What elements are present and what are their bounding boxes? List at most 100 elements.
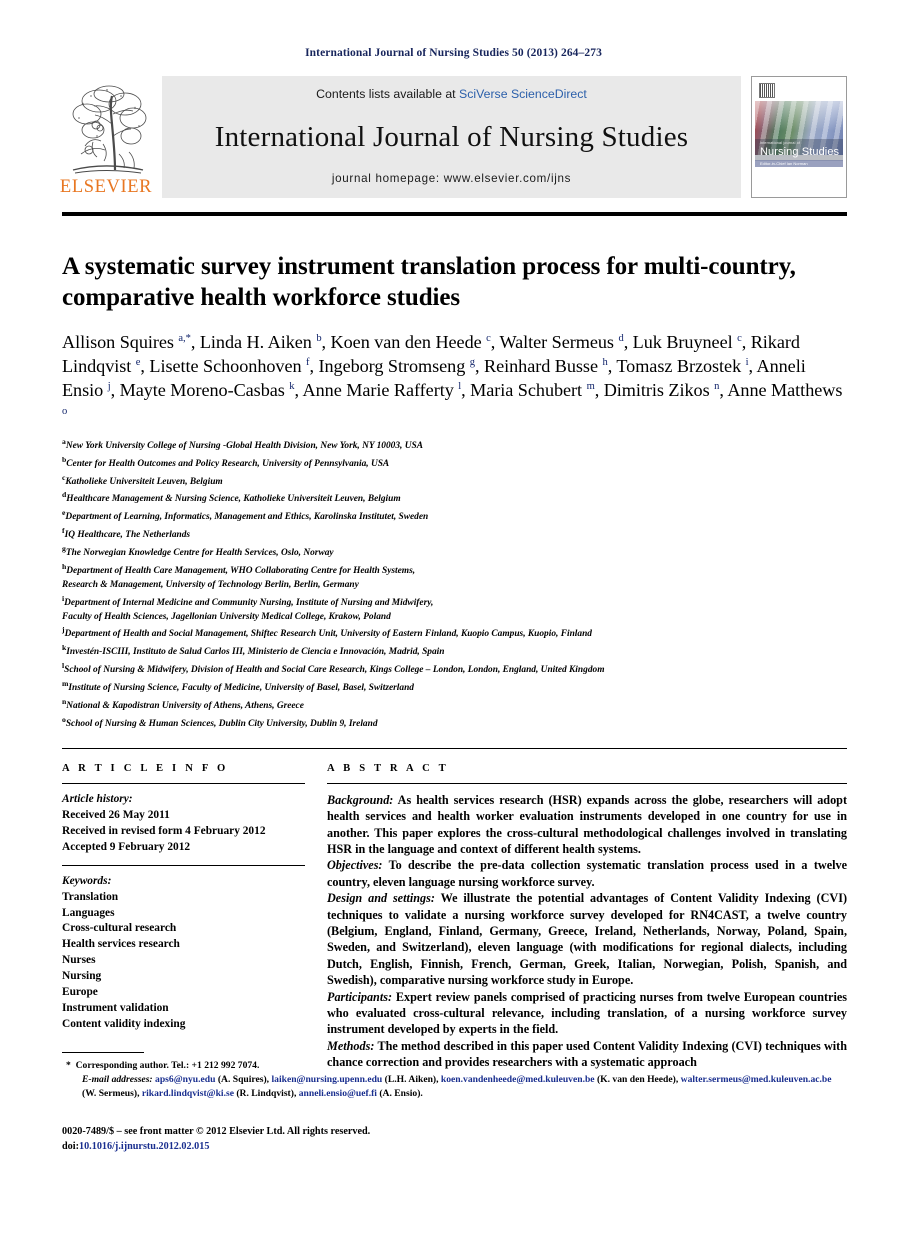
affiliation-item: nNational & Kapodistran University of At… [62,696,304,712]
sciencedirect-link[interactable]: SciVerse ScienceDirect [459,87,587,101]
doi-prefix: doi: [62,1141,79,1153]
corresponding-author-note: * Corresponding author. Tel.: +1 212 992… [62,1060,847,1071]
article-info-heading: A R T I C L E I N F O [62,762,229,774]
contents-prefix: Contents lists available at [316,87,460,101]
doi-link[interactable]: 10.1016/j.ijnurstu.2012.02.015 [79,1141,209,1152]
journal-homepage-link[interactable]: journal homepage: www.elsevier.com/ijns [332,172,571,185]
journal-cover-thumbnail[interactable]: international journal of Nursing Studies… [751,76,847,198]
keywords-block: Keywords: Translation Languages Cross-cult… [62,866,305,1034]
footnote-zone: * Corresponding author. Tel.: +1 212 992… [62,1052,847,1102]
affiliation-item: gThe Norwegian Knowledge Centre for Heal… [62,544,334,559]
cover-top-band [755,80,843,101]
cover-main-title: Nursing Studies [760,145,840,158]
doi-line: doi:10.1016/j.ijnurstu.2012.02.015 [62,1139,370,1154]
email-link[interactable]: aps6@nyu.edu [155,1074,215,1085]
abstract-section-text: We illustrate the potential advantages o… [327,891,847,988]
email-link[interactable]: walter.sermeus@med.kuleuven.ac.be [681,1074,832,1085]
email-owner: (L.H. Aiken), [382,1074,441,1085]
corresponding-author-marker: * [66,1060,71,1071]
article-history-item: Accepted 9 February 2012 [62,840,191,853]
keyword-item: Nurses [62,954,96,967]
article-history-item: Received in revised form 4 February 2012 [62,824,266,837]
affiliation-item: Faculty of Health Sciences, Jagellonian … [62,611,391,622]
email-link[interactable]: koen.vandenheede@med.kuleuven.be [441,1074,595,1085]
journal-cover-image: international journal of Nursing Studies… [755,80,843,194]
email-link[interactable]: anneli.ensio@uef.fi [299,1088,377,1099]
cover-publisher-mark-icon [759,83,775,98]
email-link[interactable]: laiken@nursing.upenn.edu [271,1074,382,1085]
affiliation-item: hDepartment of Health Care Management, W… [62,562,416,577]
affiliation-item: bCenter for Health Outcomes and Policy R… [62,454,390,469]
elsevier-tree-icon [63,84,149,177]
abstract-top-divider [62,747,847,749]
email-owner: (W. Sermeus), [82,1088,142,1100]
journal-masthead: ELSEVIER Contents lists available at Sci… [59,76,847,198]
article-history-block: Article history: Received 26 May 2011 Rec… [62,784,305,865]
abstract-section-text: As health services research (HSR) expand… [327,792,847,856]
cover-small-title: international journal of [760,140,801,145]
affiliation-item: lSchool of Nursing & Midwifery, Division… [62,661,605,676]
affiliation-item: cKatholieke Universiteit Leuven, Belgium [62,472,223,487]
abstract-section: Background: As health services research … [327,792,847,858]
journal-title: International Journal of Nursing Studies [214,121,689,153]
keyword-item: Instrument validation [62,1002,169,1015]
abstract-section-label: Design and settings: [327,891,435,906]
affiliation-item: jDepartment of Health and Social Managem… [62,625,592,640]
masthead-banner: Contents lists available at SciVerse Sci… [162,76,741,198]
keyword-item: Cross-cultural research [62,922,177,935]
info-abstract-columns: A R T I C L E I N F O Article history: R… [62,763,847,1071]
affiliation-item: dHealthcare Management & Nursing Science… [62,490,401,505]
abstract-section-text: Expert review panels comprised of practi… [327,989,847,1037]
affiliation-item: aNew York University College of Nursing … [62,436,423,451]
corresponding-author-text: Corresponding author. Tel.: +1 212 992 7… [75,1060,260,1071]
imprint-block: 0020-7489/$ – see front matter © 2012 El… [62,1124,370,1154]
masthead-divider [62,212,847,216]
contents-available-line: Contents lists available at SciVerse Sci… [316,87,587,101]
abstract-section: Objectives: To describe the pre-data col… [327,857,847,890]
affiliation-item: Research & Management, University of Tec… [62,579,359,590]
abstract-section-text: To describe the pre-data collection syst… [327,858,847,889]
page-title: A systematic survey instrument translati… [62,253,796,311]
email-addresses-note: E-mail addresses: aps6@nyu.edu (A. Squir… [62,1073,847,1102]
abstract-heading: A B S T R A C T [327,762,449,774]
author-list: Allison Squires a,*, Linda H. Aiken b, K… [62,332,843,417]
email-owner: (K. van den Heede), [594,1074,681,1085]
article-head: A systematic survey instrument translati… [62,252,847,732]
keyword-item: Languages [62,906,115,919]
email-owner: (A. Ensio). [376,1088,423,1100]
abstract-section-label: Background: [327,792,394,807]
email-addresses-label: E-mail addresses: [82,1074,156,1085]
abstract-section-label: Objectives: [327,858,383,873]
abstract-column: A B S T R A C T Background: As health se… [327,763,847,1071]
email-owner: (R. Lindqvist), [233,1088,299,1100]
column-gap [305,763,327,1071]
email-line: E-mail addresses: aps6@nyu.edu (A. Squir… [62,1073,847,1102]
keyword-item: Health services research [62,938,180,951]
email-owner: (A. Squires), [215,1074,272,1085]
affiliation-item: mInstitute of Nursing Science, Faculty o… [62,679,414,694]
email-link[interactable]: rikard.lindqvist@ki.se [142,1088,234,1099]
article-history-label: Article history: [62,792,133,805]
abstract-body: Background: As health services research … [327,784,847,1071]
keyword-item: Europe [62,986,98,999]
affiliation-item: eDepartment of Learning, Informatics, Ma… [62,508,429,523]
elsevier-wordmark: ELSEVIER [59,176,153,197]
keywords-label: Keywords: [62,874,112,887]
footnote-divider [62,1052,144,1053]
abstract-section-label: Participants: [327,989,393,1004]
keyword-item: Translation [62,890,119,903]
journal-article-page: International Journal of Nursing Studies… [0,0,907,1238]
affiliation-item: iDepartment of Internal Medicine and Com… [62,593,434,608]
cover-editor-label: Editor-in-Chief Ian Norman [760,161,808,167]
elsevier-logo: ELSEVIER [59,76,153,198]
affiliation-item: oSchool of Nursing & Human Sciences, Dub… [62,714,378,729]
keyword-item: Nursing [62,970,102,983]
article-history-item: Received 26 May 2011 [62,808,170,821]
article-info-column: A R T I C L E I N F O Article history: R… [62,763,305,1071]
affiliation-item: kInvestén-ISCIII, Instituto de Salud Car… [62,643,445,658]
abstract-section: Participants: Expert review panels compr… [327,989,847,1038]
affiliation-item: fIQ Healthcare, The Netherlands [62,526,191,541]
affiliation-list: aNew York University College of Nursing … [62,436,847,732]
keyword-item: Content validity indexing [62,1018,186,1031]
article-history-items: Received 26 May 2011 Received in revised … [62,808,305,856]
